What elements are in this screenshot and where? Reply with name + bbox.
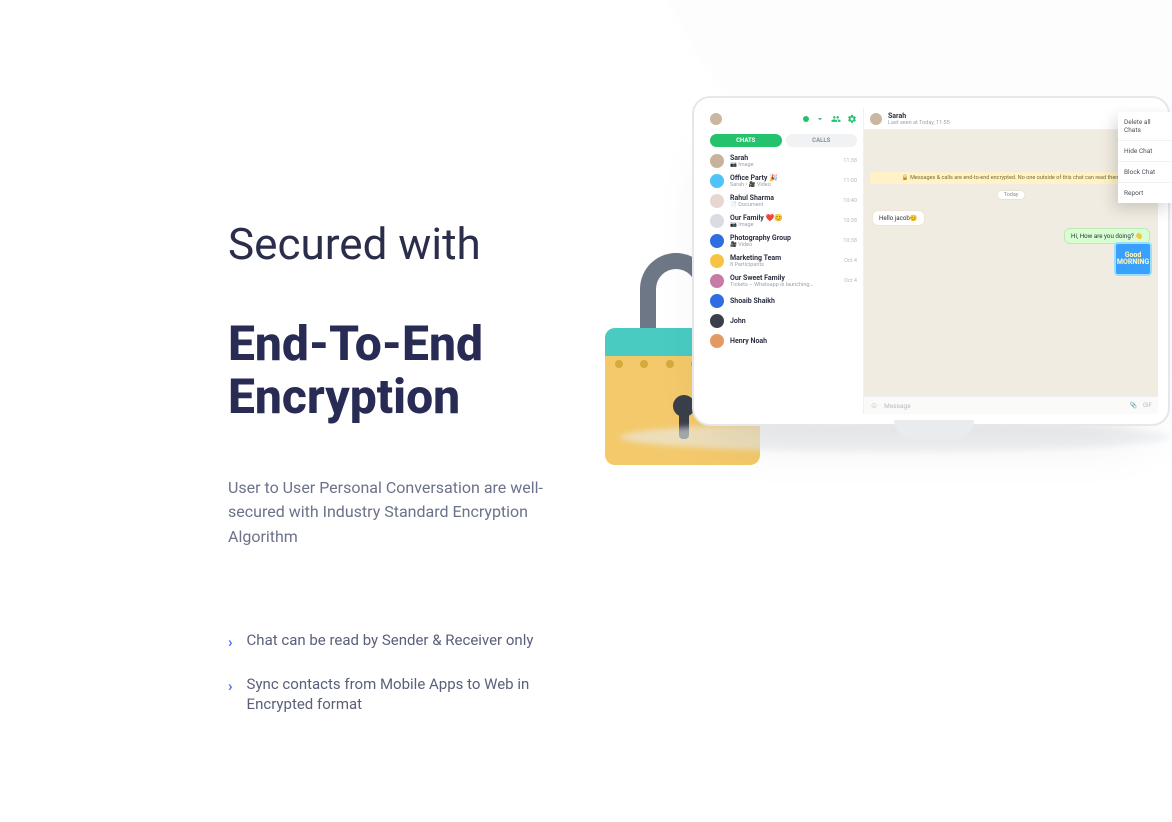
avatar [710,234,724,248]
chevron-down-icon[interactable] [815,114,825,124]
list-item[interactable]: Rahul Sharma 📄 Document 10:40 [704,191,863,211]
headline-bold: End-To-End Encryption [228,318,628,424]
avatar [710,174,724,188]
conversation-time: 10:38 [843,238,857,244]
sidebar-tabs: CHATS CALLS [710,134,857,147]
conversation-name: Sarah [730,154,837,162]
sticker-good-morning[interactable]: Good MORNING [1114,242,1152,276]
tab-chats[interactable]: CHATS [710,134,782,147]
conversation-name: Henry Noah [730,337,851,345]
feature-item: › Sync contacts from Mobile Apps to Web … [228,674,628,715]
chat-pane: Sarah Last seen at Today, 11:55 🔒 Messag… [864,108,1158,414]
encryption-banner: 🔒 Messages & calls are end-to-end encryp… [870,172,1152,184]
conversation-time: 10:38 [843,218,857,224]
conversation-sub: 🎥 Video [730,242,837,248]
sticker-text: Good MORNING [1116,252,1150,266]
headline-subtext: User to User Personal Conversation are w… [228,476,588,550]
list-item[interactable]: Sarah 📷 Image 11:38 [704,151,863,171]
headline-bold-line2: Encryption [228,368,460,425]
headline-light: Secured with [228,218,628,270]
feature-text: Chat can be read by Sender & Receiver on… [247,630,534,650]
conversation-name: Our Family ❤️😊 [730,214,837,222]
list-item[interactable]: Shoaib Shaikh [704,291,863,311]
headline-bold-line1: End-To-End [228,315,483,372]
conversation-time: 11:38 [843,158,857,164]
conversation-list[interactable]: Sarah 📷 Image 11:38 Office Party 🎉 Sarah… [704,151,863,414]
self-avatar[interactable] [710,113,722,125]
conversation-sub: 8 Participants [730,262,838,268]
message-composer: ☺ Message 📎 GIF [864,396,1158,414]
list-item[interactable]: Our Family ❤️😊 📷 Image 10:38 [704,211,863,231]
marketing-copy: Secured with End-To-End Encryption User … [228,218,628,737]
list-item[interactable]: Marketing Team 8 Participants Oct 4 [704,251,863,271]
avatar [710,274,724,288]
conversation-time: 10:40 [843,198,857,204]
conversation-name: John [730,317,851,325]
emoji-icon[interactable]: ☺ [870,401,878,410]
avatar [710,314,724,328]
feature-list: › Chat can be read by Sender & Receiver … [228,630,628,715]
conversation-name: Marketing Team [730,254,838,262]
chevron-right-icon: › [228,676,233,696]
device-mockup: CHATS CALLS Sarah 📷 Image 11:38 Office P… [692,96,1170,426]
peer-status: Last seen at Today, 11:55 [888,120,950,126]
sidebar-header [704,108,863,130]
conversation-sub: Tickets – Whatsapp is launching… [730,282,838,288]
menu-hide-chat[interactable]: Hide Chat [1118,141,1172,162]
message-input[interactable]: Message [884,402,1123,410]
status-dot-icon[interactable] [803,116,809,122]
list-item[interactable]: Office Party 🎉 Sarah • 🎥 Video 11:00 [704,171,863,191]
feature-text: Sync contacts from Mobile Apps to Web in… [247,674,597,715]
feature-item: › Chat can be read by Sender & Receiver … [228,630,628,652]
conversation-name: Photography Group [730,234,837,242]
list-item[interactable]: John [704,311,863,331]
sidebar: CHATS CALLS Sarah 📷 Image 11:38 Office P… [704,108,864,414]
list-item[interactable]: Henry Noah [704,331,863,351]
chat-app: CHATS CALLS Sarah 📷 Image 11:38 Office P… [704,108,1158,414]
device-stand [894,420,974,440]
chevron-right-icon: › [228,632,233,652]
conversation-sub: Sarah • 🎥 Video [730,182,837,188]
conversation-name: Office Party 🎉 [730,174,837,182]
conversation-name: Rahul Sharma [730,194,837,202]
gear-icon[interactable] [847,114,857,124]
conversation-time: 11:00 [843,178,857,184]
date-badge: Today [997,190,1026,200]
avatar [710,214,724,228]
conversation-sub: 📄 Document [730,202,837,208]
conversation-sub: 📷 Image [730,162,837,168]
peer-avatar [870,113,882,125]
peer-name: Sarah [888,112,950,120]
conversation-name: Our Sweet Family [730,274,838,282]
avatar [710,294,724,308]
context-menu: Delete all Chats Hide Chat Block Chat Re… [1118,112,1172,203]
avatar [710,334,724,348]
message-incoming[interactable]: Hello jacob😊 [872,210,925,226]
avatar [710,194,724,208]
conversation-name: Shoaib Shaikh [730,297,851,305]
menu-delete-all[interactable]: Delete all Chats [1118,112,1172,141]
attach-icon[interactable]: 📎 [1129,402,1136,409]
list-item[interactable]: Photography Group 🎥 Video 10:38 [704,231,863,251]
list-item[interactable]: Our Sweet Family Tickets – Whatsapp is l… [704,271,863,291]
tab-calls[interactable]: CALLS [786,134,858,147]
avatar [710,254,724,268]
chat-body[interactable]: 🔒 Messages & calls are end-to-end encryp… [864,130,1158,396]
menu-block-chat[interactable]: Block Chat [1118,162,1172,183]
people-icon[interactable] [831,114,841,124]
conversation-time: Oct 4 [844,258,857,264]
chat-header[interactable]: Sarah Last seen at Today, 11:55 [864,108,1158,130]
gif-button[interactable]: GIF [1143,402,1152,409]
avatar [710,154,724,168]
conversation-sub: 📷 Image [730,222,837,228]
conversation-time: Oct 4 [844,278,857,284]
menu-report[interactable]: Report [1118,183,1172,203]
